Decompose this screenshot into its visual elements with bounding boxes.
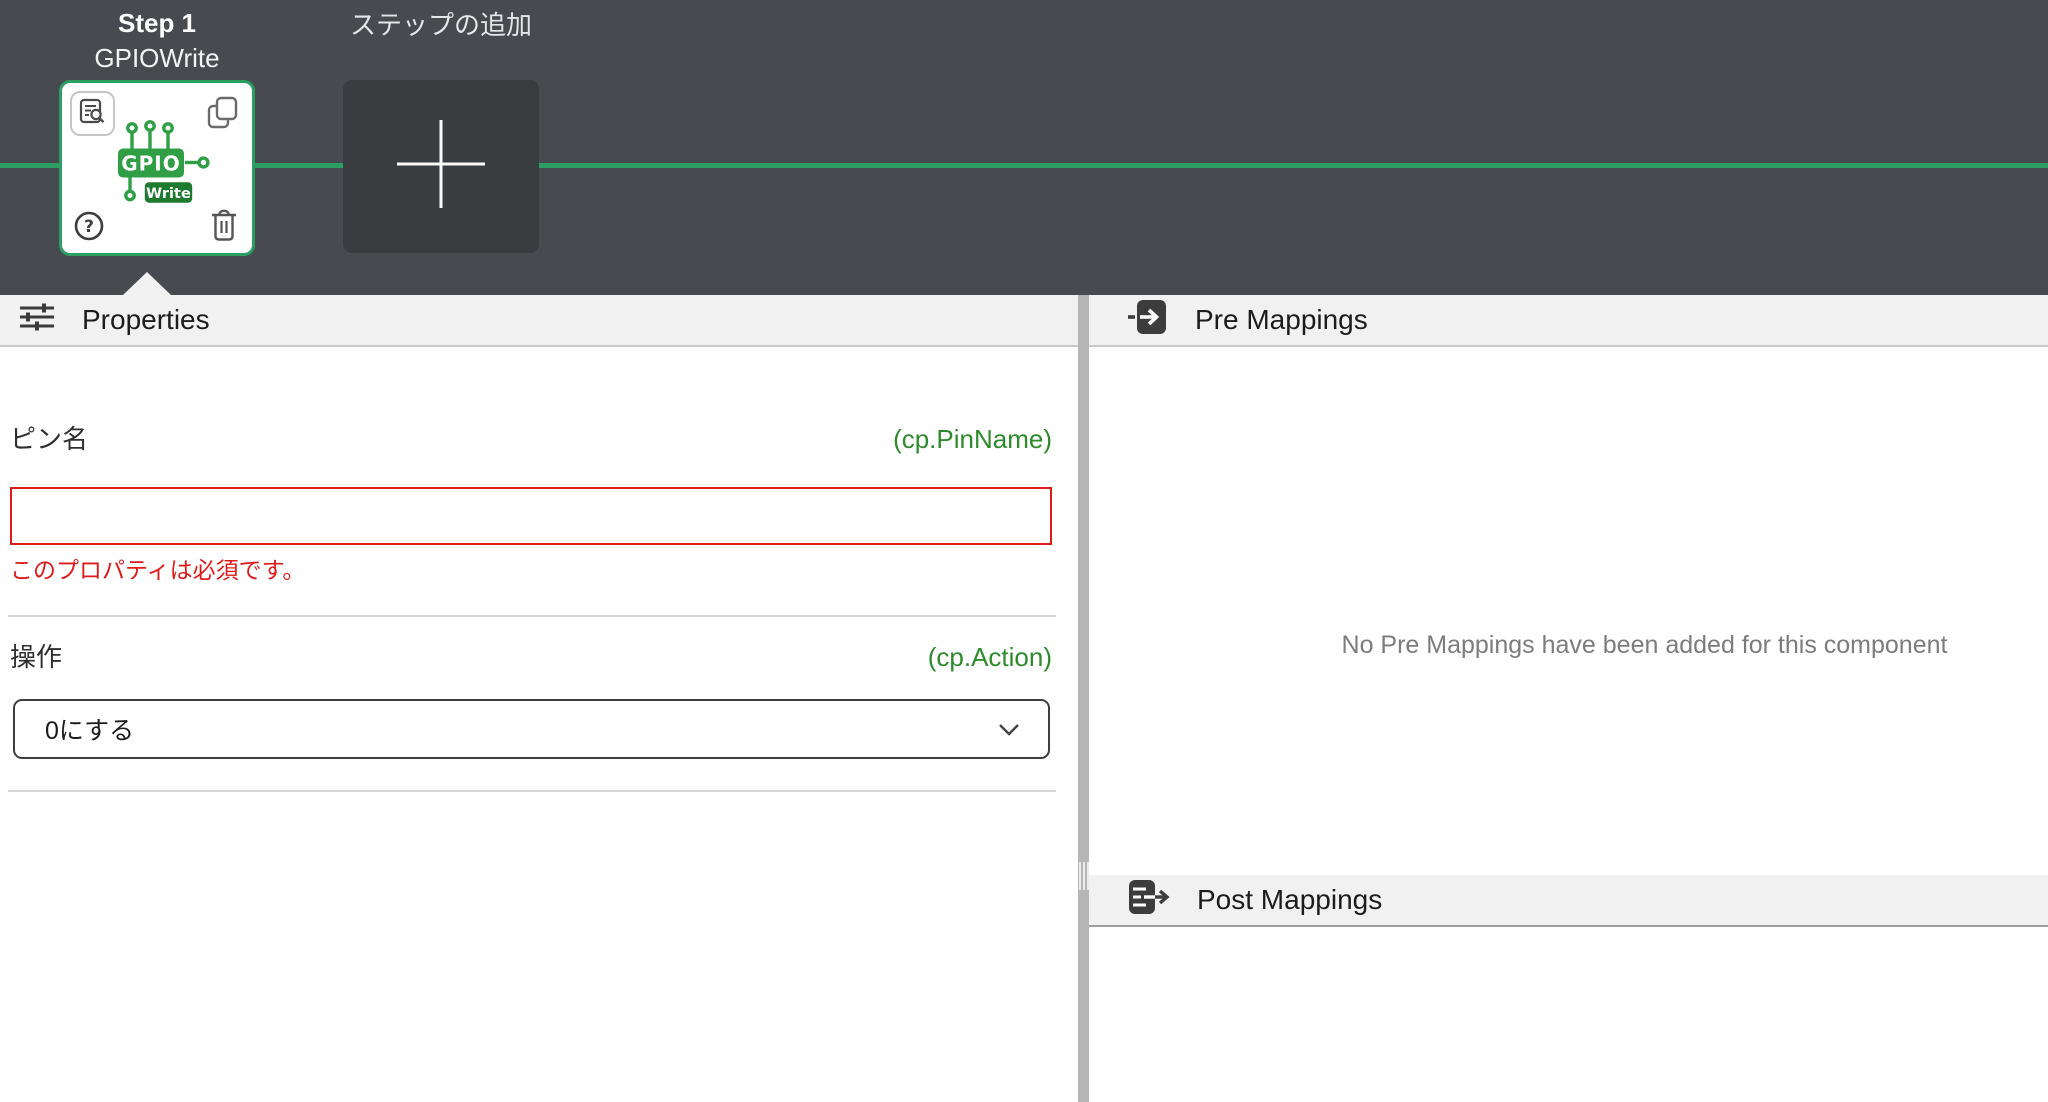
properties-title: Properties xyxy=(82,304,210,335)
properties-header: Properties xyxy=(0,295,1078,347)
import-arrow-icon xyxy=(1127,297,1169,344)
pinname-binding-code: (cp.PinName) xyxy=(893,424,1052,454)
mappings-panel: Pre Mappings No Pre Mappings have been a… xyxy=(1089,295,2048,1102)
field-row-pinname: ピン名 (cp.PinName) xyxy=(10,419,1052,456)
help-circle-icon: ? xyxy=(73,210,105,247)
pinname-input[interactable] xyxy=(10,487,1052,545)
selected-step-pointer xyxy=(123,272,171,295)
pinname-required-error: このプロパティは必須です。 xyxy=(10,557,306,583)
action-select-value: 0にする xyxy=(45,717,135,745)
properties-panel: Properties ピン名 (cp.PinName) このプロパティは必須です… xyxy=(0,295,1078,1102)
gpio-write-component-icon: GPIO Write xyxy=(100,118,214,219)
step-card-gpiowrite[interactable]: GPIO Write ? xyxy=(59,80,255,256)
panel-splitter[interactable] xyxy=(1078,295,1089,1102)
action-select[interactable]: 0にする xyxy=(13,699,1050,759)
step1-title: Step 1 xyxy=(117,8,197,38)
pre-mappings-title: Pre Mappings xyxy=(1195,304,1368,335)
plus-icon xyxy=(389,112,493,221)
post-mappings-title: Post Mappings xyxy=(1197,884,1383,915)
export-arrow-icon xyxy=(1127,877,1171,924)
workflow-canvas: Step 1 GPIOWrite ステップの追加 GPIO Write ? xyxy=(0,0,2048,295)
pinname-field-label: ピン名 xyxy=(10,424,89,454)
workflow-connector-line xyxy=(0,163,2048,168)
step1-subtitle: GPIOWrite xyxy=(94,43,220,73)
sliders-icon xyxy=(18,300,56,341)
delete-step-button[interactable] xyxy=(208,209,240,247)
field-divider xyxy=(8,790,1056,792)
splitter-grip-icon xyxy=(1078,862,1089,890)
app-root: Step 1 GPIOWrite ステップの追加 GPIO Write ? Pr… xyxy=(0,0,2048,1102)
chevron-down-icon xyxy=(998,715,1020,744)
pre-mappings-empty-text: No Pre Mappings have been added for this… xyxy=(1341,631,1948,659)
trash-icon xyxy=(209,209,239,247)
post-mappings-header: Post Mappings xyxy=(1089,875,2048,927)
add-step-button[interactable] xyxy=(343,80,539,253)
svg-text:?: ? xyxy=(84,217,94,237)
step1-label: Step 1 GPIOWrite xyxy=(27,6,287,75)
action-binding-code: (cp.Action) xyxy=(927,642,1052,672)
field-row-action: 操作 (cp.Action) xyxy=(10,637,1052,674)
action-field-label: 操作 xyxy=(10,642,63,672)
field-divider xyxy=(8,615,1056,617)
svg-text:GPIO: GPIO xyxy=(121,152,181,176)
pre-mappings-header: Pre Mappings xyxy=(1089,295,2048,347)
step-help-button[interactable]: ? xyxy=(72,211,106,245)
svg-text:Write: Write xyxy=(146,186,191,202)
add-step-label: ステップの追加 xyxy=(349,10,532,40)
